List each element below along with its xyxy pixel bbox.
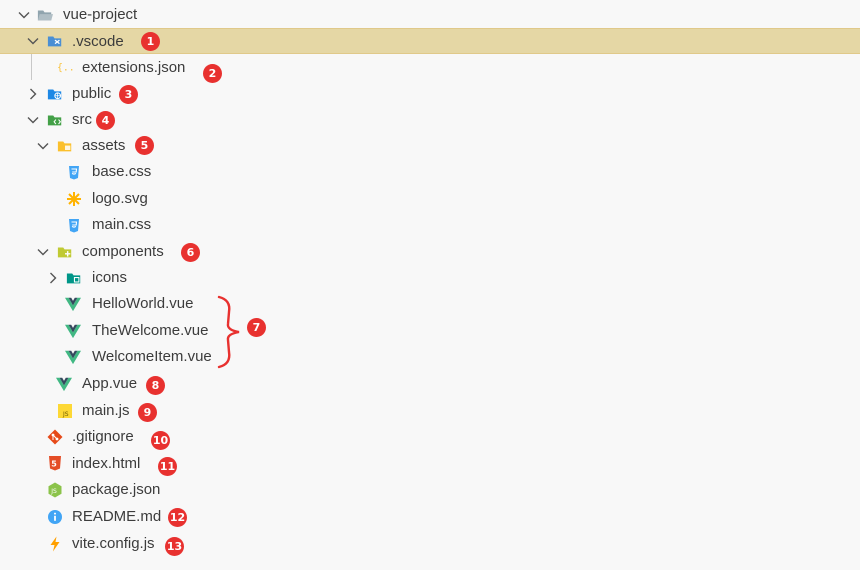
tree-item-base-css[interactable]: base.css xyxy=(0,159,860,185)
annotation-badge: 10 xyxy=(151,431,170,450)
css-icon xyxy=(66,164,82,180)
chevron-right-icon[interactable] xyxy=(26,87,40,101)
tree-item-assets[interactable]: assets 5 xyxy=(0,133,860,159)
tree-item-label: index.html xyxy=(72,455,141,472)
chevron-down-icon[interactable] xyxy=(36,245,50,259)
tree-item-label: main.css xyxy=(92,216,152,233)
chevron-right-icon[interactable] xyxy=(46,271,60,285)
annotation-badge: 7 xyxy=(247,318,266,337)
vue-icon xyxy=(56,376,72,392)
assets-folder-icon xyxy=(57,138,73,154)
tree-item-label: base.css xyxy=(92,163,152,180)
svg-text:5: 5 xyxy=(51,460,57,469)
annotation-badge: 1 xyxy=(141,32,160,51)
vue-icon xyxy=(65,323,81,339)
tree-item-label: vite.config.js xyxy=(72,535,155,552)
annotation-badge: 12 xyxy=(168,508,187,527)
tree-item-label: src xyxy=(72,111,92,128)
svg-text:JS: JS xyxy=(50,488,57,495)
tree-item-label: README.md xyxy=(72,508,162,525)
css-icon xyxy=(66,217,82,233)
tree-item-helloworld-vue[interactable]: HelloWorld.vue xyxy=(0,291,860,317)
annotation-badge: 6 xyxy=(181,243,200,262)
tree-item-label: WelcomeItem.vue xyxy=(92,348,212,365)
chevron-down-icon[interactable] xyxy=(36,139,50,153)
tree-item-main-js[interactable]: JS main.js 9 xyxy=(0,398,860,424)
info-icon xyxy=(47,509,63,525)
tree-item-label: App.vue xyxy=(82,375,138,392)
tree-item-readme-md[interactable]: README.md 12 xyxy=(0,504,860,530)
tree-item-label: main.js xyxy=(82,402,130,419)
icons-folder-icon xyxy=(66,270,82,286)
vue-icon xyxy=(65,349,81,365)
tree-item-label: .vscode xyxy=(72,33,124,50)
tree-root[interactable]: vue-project xyxy=(0,2,860,28)
js-icon: JS xyxy=(57,403,73,419)
tree-item-package-json[interactable]: JS package.json xyxy=(0,477,860,503)
tree-item-thewelcome-vue[interactable]: TheWelcome.vue xyxy=(0,318,860,344)
annotation-badge: 5 xyxy=(135,136,154,155)
vite-icon xyxy=(47,536,63,552)
chevron-down-icon[interactable] xyxy=(17,8,31,22)
tree-item-label: icons xyxy=(92,269,128,286)
src-folder-icon xyxy=(47,112,63,128)
tree-item-index-html[interactable]: 5 index.html 11 xyxy=(0,451,860,477)
svg-text:JS: JS xyxy=(62,411,69,418)
tree-item-logo-svg[interactable]: logo.svg xyxy=(0,186,860,212)
tree-item-vite-config-js[interactable]: vite.config.js 13 xyxy=(0,531,860,557)
annotation-badge: 11 xyxy=(158,457,177,476)
tree-item-components[interactable]: components 6 xyxy=(0,239,860,265)
tree-item-extensions-json[interactable]: {..} extensions.json 2 xyxy=(0,55,860,83)
json-icon: {..} xyxy=(57,59,73,75)
annotation-badge: 9 xyxy=(138,403,157,422)
tree-item-vscode[interactable]: .vscode 1 xyxy=(0,28,860,54)
tree-item-app-vue[interactable]: App.vue 8 xyxy=(0,371,860,397)
annotation-badge: 8 xyxy=(146,376,165,395)
group-brace xyxy=(217,295,240,369)
tree-item-label: logo.svg xyxy=(92,190,148,207)
git-icon xyxy=(47,429,63,445)
tree-item-label: TheWelcome.vue xyxy=(92,322,209,339)
folder-open-icon xyxy=(37,7,53,23)
annotation-badge: 13 xyxy=(165,537,184,556)
tree-item-welcomeitem-vue[interactable]: WelcomeItem.vue xyxy=(0,344,860,370)
vscode-folder-icon xyxy=(47,33,63,49)
svg-icon xyxy=(66,191,82,207)
tree-item-gitignore[interactable]: .gitignore 10 xyxy=(0,424,860,450)
annotation-badge: 4 xyxy=(96,111,115,130)
root-folder-label: vue-project xyxy=(63,6,138,23)
tree-item-label: HelloWorld.vue xyxy=(92,295,194,312)
tree-item-main-css[interactable]: main.css xyxy=(0,212,860,238)
annotation-badge: 3 xyxy=(119,85,138,104)
tree-item-label: package.json xyxy=(72,481,161,498)
nodejs-icon: JS xyxy=(47,482,63,498)
tree-item-label: public xyxy=(72,85,112,102)
chevron-down-icon[interactable] xyxy=(26,34,40,48)
html-icon: 5 xyxy=(47,455,63,471)
tree-item-label: extensions.json xyxy=(82,59,186,76)
vue-icon xyxy=(65,296,81,312)
tree-item-icons[interactable]: icons xyxy=(0,265,860,291)
chevron-down-icon[interactable] xyxy=(26,113,40,127)
tree-item-label: components xyxy=(82,243,164,260)
svg-text:{..}: {..} xyxy=(57,63,73,74)
tree-item-src[interactable]: src 4 xyxy=(0,107,860,133)
public-folder-icon xyxy=(47,86,63,102)
components-folder-icon xyxy=(57,244,73,260)
tree-item-label: .gitignore xyxy=(72,428,134,445)
tree-item-label: assets xyxy=(82,137,126,154)
tree-item-public[interactable]: public 3 xyxy=(0,81,860,107)
